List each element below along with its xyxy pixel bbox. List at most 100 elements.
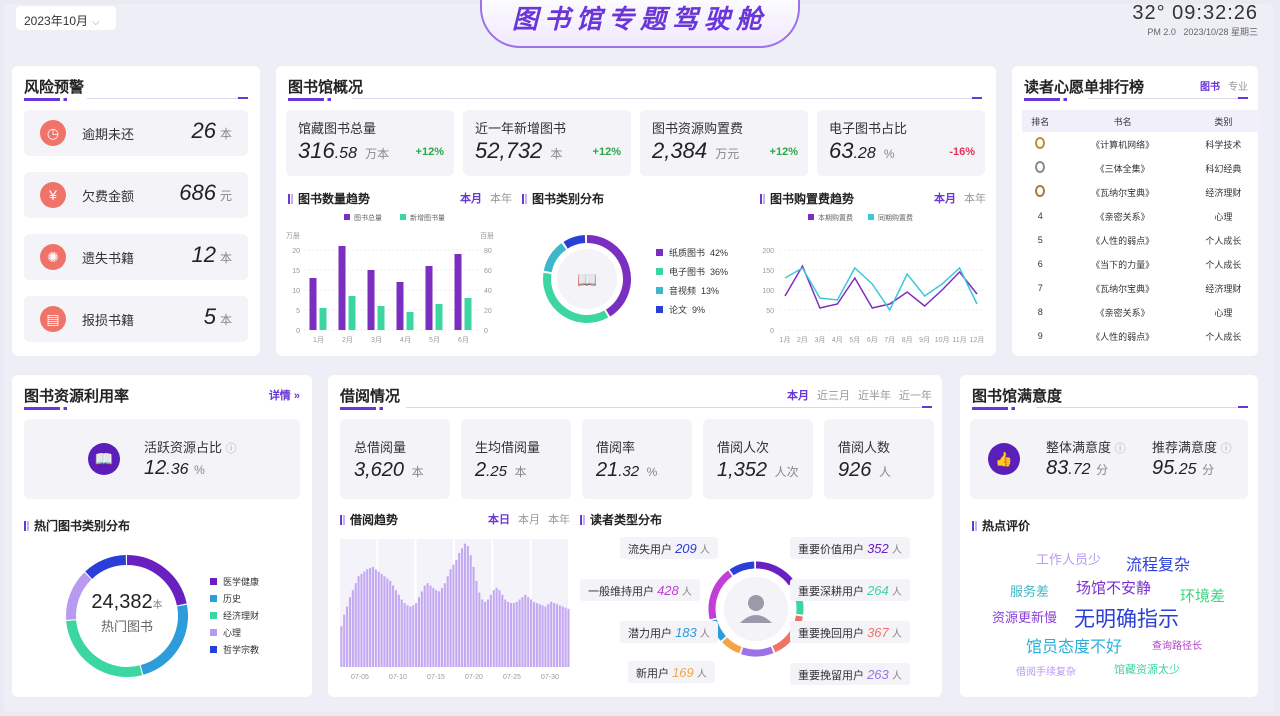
wishlist-panel: 读者心愿单排行榜 图书 专业 排名 书名 类别 《计算机网络》 科学技术 《三体全集》… xyxy=(1012,66,1260,356)
risk-item[interactable]: ✺ 遗失书籍 12 本 xyxy=(24,234,248,280)
reader-value: 428 xyxy=(657,583,679,598)
table-row[interactable]: 7 《瓦纳尔宝典》 经济理财 xyxy=(1022,276,1260,300)
table-row[interactable]: 9 《人性的弱点》 个人成长 xyxy=(1022,324,1260,348)
tab-month[interactable]: 本月 xyxy=(460,193,482,205)
y2-tick: 40 xyxy=(484,288,492,295)
legend-label: 电子图书 xyxy=(669,267,706,277)
tab-3months[interactable]: 近三月 xyxy=(817,390,850,402)
bar xyxy=(357,576,360,667)
book-category: 经济理财 xyxy=(1205,283,1242,294)
divider xyxy=(1036,407,1248,408)
legend-item: 纸质图书 42% xyxy=(656,246,728,259)
tab-books[interactable]: 图书 xyxy=(1200,82,1220,93)
bar xyxy=(458,552,461,667)
table-row[interactable]: 4 《亲密关系》 心理 xyxy=(1022,204,1260,228)
y2-axis-label: 百册 xyxy=(480,232,494,240)
category-legend: 纸质图书 42% 电子图书 36% 音视频 13% 论文 9% xyxy=(656,246,728,322)
bar xyxy=(417,597,420,667)
value-int: 1,352 xyxy=(717,459,768,481)
tab-year[interactable]: 近一年 xyxy=(899,390,932,402)
card-value: 21.32 % xyxy=(596,459,657,482)
reader-value: 169 xyxy=(672,665,694,680)
table-row[interactable]: 8 《亲密关系》 心理 xyxy=(1022,300,1260,324)
table-row[interactable]: 6 《当下的力量》 个人成长 xyxy=(1022,252,1260,276)
tab-month[interactable]: 本月 xyxy=(787,390,809,402)
tab-year[interactable]: 本年 xyxy=(490,193,512,205)
tab-month[interactable]: 本月 xyxy=(518,514,540,526)
book-trend-tabs: 本月 本年 xyxy=(452,190,512,206)
risk-value: 686 元 xyxy=(179,180,232,206)
bar xyxy=(452,564,455,667)
table-row[interactable]: 《计算机网络》 科学技术 xyxy=(1022,132,1260,156)
risk-item[interactable]: ◷ 逾期未还 26 本 xyxy=(24,110,248,156)
rank-cell xyxy=(1022,180,1059,204)
bar xyxy=(420,591,423,667)
recommend-label: 推荐满意度 xyxy=(1152,440,1218,455)
tab-halfyear[interactable]: 近半年 xyxy=(858,390,891,402)
y-tick: 20 xyxy=(292,248,300,255)
tab-day[interactable]: 本日 xyxy=(488,514,510,526)
bar xyxy=(406,605,409,667)
borrow-card: 借阅率 21.32 % xyxy=(582,419,692,499)
bar xyxy=(406,312,414,330)
risk-item[interactable]: ¥ 欠费金额 686 元 xyxy=(24,172,248,218)
yen-icon: ¥ xyxy=(40,182,66,208)
thumbs-up-icon: 👍 xyxy=(988,443,1020,475)
value-unit: % xyxy=(646,465,658,479)
title-underline xyxy=(340,407,400,410)
value-unit: 人次 xyxy=(774,465,799,479)
overview-card: 图书资源购置费 2,384 万元 +12% xyxy=(640,110,808,176)
x-tick: 5月 xyxy=(849,336,860,344)
legend-label: 新增图书量 xyxy=(410,213,445,222)
book-category: 经济理财 xyxy=(1205,187,1242,198)
bar xyxy=(464,298,472,330)
x-tick: 7月 xyxy=(884,336,895,344)
tab-major[interactable]: 专业 xyxy=(1228,82,1248,93)
card-pct: +12% xyxy=(592,146,621,158)
borrow-trend-title: 借阅趋势 xyxy=(340,511,398,528)
card-label: 图书资源购置费 xyxy=(652,121,744,136)
value-unit: 本 xyxy=(550,147,563,161)
tab-year[interactable]: 本年 xyxy=(548,514,570,526)
panel-title: 图书馆概况 xyxy=(288,79,364,96)
reader-value: 352 xyxy=(867,541,889,556)
rank-number: 7 xyxy=(1037,283,1043,293)
table-row[interactable]: 《瓦纳尔宝典》 经济理财 xyxy=(1022,180,1260,204)
book-name: 《亲密关系》 xyxy=(1095,307,1150,318)
time: 09:32:26 xyxy=(1172,2,1258,24)
y-tick: 150 xyxy=(762,268,774,275)
detail-link[interactable]: 详情 » xyxy=(261,387,300,403)
medal-icon xyxy=(1035,185,1046,197)
table-row[interactable]: 5 《人性的弱点》 个人成长 xyxy=(1022,228,1260,252)
tab-year[interactable]: 本年 xyxy=(964,193,986,205)
month-select[interactable]: 2023年10月 ⌵ xyxy=(16,6,116,30)
reader-value: 209 xyxy=(675,541,697,556)
value-unit: 人 xyxy=(878,465,891,479)
legend-swatch xyxy=(868,214,874,220)
review-word: 资源更新慢 xyxy=(992,610,1058,625)
y2-tick: 80 xyxy=(484,248,492,255)
legend-swatch xyxy=(400,214,406,220)
bar xyxy=(377,571,380,667)
legend-label: 历史 xyxy=(223,594,242,604)
overview-card: 馆藏图书总量 316.58 万本 +12% xyxy=(286,110,454,176)
reader-label: 重要价值用户 xyxy=(798,544,864,556)
card-value: 316.58 万本 xyxy=(298,138,389,164)
panel-title: 读者心愿单排行榜 xyxy=(1024,79,1145,96)
bar xyxy=(435,590,438,667)
legend-swatch xyxy=(210,612,217,619)
bar xyxy=(558,605,561,667)
page-title: 图书馆专题驾驶舱 xyxy=(511,4,768,34)
bar xyxy=(455,559,458,667)
risk-item[interactable]: ▤ 报损书籍 5 本 xyxy=(24,296,248,342)
bar xyxy=(346,606,349,667)
table-row[interactable]: 《三体全集》 科幻经典 xyxy=(1022,156,1260,180)
book-category: 个人成长 xyxy=(1205,331,1242,342)
tab-month[interactable]: 本月 xyxy=(934,193,956,205)
panel-title: 风险预警 xyxy=(24,79,85,96)
active-card: 📖 活跃资源占比 ⓘ 12.36 % xyxy=(24,419,300,499)
bar xyxy=(509,603,512,667)
clock-icon: ◷ xyxy=(40,120,66,146)
bar xyxy=(515,601,518,667)
legend-item: 心理 xyxy=(210,626,259,639)
